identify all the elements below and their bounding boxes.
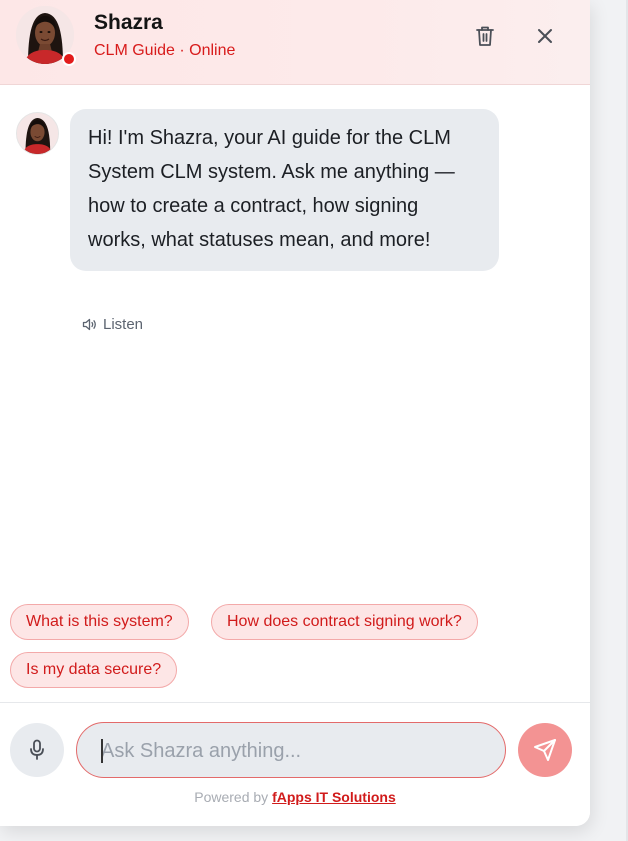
speaker-icon	[82, 318, 96, 330]
message-input[interactable]	[99, 723, 483, 779]
suggestion-chip[interactable]: How does contract signing work?	[211, 604, 478, 640]
suggestion-chip[interactable]: Is my data secure?	[10, 652, 178, 688]
trash-icon	[476, 26, 494, 46]
chat-widget: Shazra CLM Guide · Online Hi! I'm Shazra…	[0, 0, 590, 826]
send-button[interactable]	[518, 723, 572, 777]
message-composer: Powered by fApps IT Solutions	[0, 702, 590, 826]
close-chat-button[interactable]	[530, 21, 560, 51]
listen-label: Listen	[103, 315, 144, 333]
voice-input-button[interactable]	[10, 723, 64, 777]
online-status-dot	[62, 52, 76, 66]
powered-by-footer: Powered by fApps IT Solutions	[0, 789, 590, 805]
text-caret	[101, 739, 103, 763]
assistant-message-avatar	[16, 112, 59, 155]
chat-header: Shazra CLM Guide · Online	[0, 0, 590, 85]
clear-chat-button[interactable]	[470, 21, 500, 51]
powered-by-prefix: Powered by	[194, 789, 269, 805]
vendor-link[interactable]: fApps IT Solutions	[272, 789, 396, 805]
suggestion-chip[interactable]: What is this system?	[10, 604, 189, 640]
assistant-message-bubble: Hi! I'm Shazra, your AI guide for the CL…	[70, 109, 499, 271]
send-icon	[534, 739, 556, 761]
agent-name: Shazra	[94, 11, 163, 34]
message-input-wrapper	[76, 722, 506, 779]
listen-button[interactable]: Listen	[82, 314, 143, 334]
agent-status: CLM Guide · Online	[94, 42, 236, 59]
microphone-icon	[30, 739, 44, 760]
close-icon	[538, 29, 552, 43]
